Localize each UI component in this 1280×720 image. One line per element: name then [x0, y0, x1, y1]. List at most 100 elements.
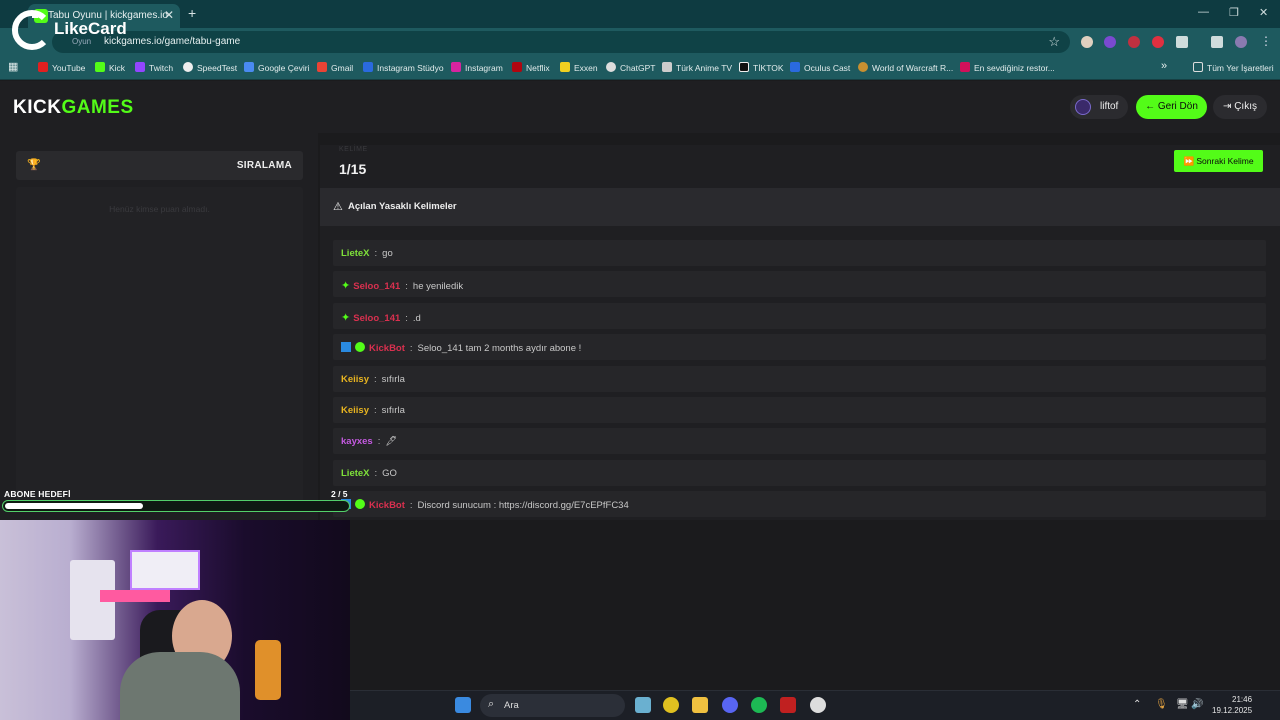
speedtest-icon: [183, 62, 193, 72]
voicemeeter-icon[interactable]: [780, 697, 796, 713]
apps-grid-icon[interactable]: ▦: [8, 60, 18, 73]
mic-icon[interactable]: 🎙: [1155, 699, 1168, 710]
media-icon[interactable]: [1211, 36, 1223, 48]
chat-username[interactable]: LieteX: [341, 248, 370, 259]
chrome-icon[interactable]: [663, 697, 679, 713]
chat-separator: :: [405, 312, 408, 324]
person-body-shape: [120, 652, 240, 720]
chat-username[interactable]: Seloo_141: [353, 313, 400, 324]
menu-icon[interactable]: ⋮: [1260, 34, 1272, 48]
app-header: KICKGAMES liftof ← Geri Dön ⇥ Çıkış: [0, 81, 1280, 133]
forbidden-words-bar[interactable]: ⚠ Açılan Yasaklı Kelimeler: [320, 188, 1280, 226]
bookmark-turk-anime[interactable]: Türk Anime TV: [662, 62, 732, 73]
extension-icon[interactable]: [1152, 36, 1164, 48]
discord-icon[interactable]: [722, 697, 738, 713]
chat-username[interactable]: Keiisy: [341, 405, 369, 416]
bookmark-label: Google Çeviri: [258, 63, 310, 73]
bookmark-label: Gmail: [331, 63, 354, 73]
profile-avatar-icon[interactable]: [1235, 36, 1247, 48]
taskbar-clock[interactable]: 21:46 19.12.2025: [1212, 694, 1252, 716]
bookmark-star-icon[interactable]: ☆: [1048, 34, 1060, 50]
sparkle-badge-icon: ✦: [341, 280, 354, 293]
obs-icon[interactable]: [810, 697, 826, 713]
chat-username[interactable]: Keiisy: [341, 374, 369, 385]
file-explorer-icon[interactable]: [692, 697, 708, 713]
clock-time: 21:46: [1232, 695, 1253, 704]
bookmark-label: Kick: [109, 63, 126, 73]
bookmark-label: En sevdiğiniz restor...: [974, 63, 1055, 73]
bookmark-label: Türk Anime TV: [676, 63, 733, 73]
bookmark-twitch[interactable]: Twitch: [135, 62, 173, 73]
logout-icon: ⇥: [1223, 101, 1235, 112]
chat-message: KickBot: Discord sunucum : https://discor…: [333, 491, 1266, 518]
back-button[interactable]: ← Geri Dön: [1136, 95, 1207, 119]
more-bookmarks-icon[interactable]: »: [1161, 60, 1167, 72]
bookmark-exxen[interactable]: Exxen: [560, 62, 598, 73]
chat-message-body: LieteX: GO: [341, 468, 397, 479]
tray-chevron-icon[interactable]: ⌃: [1133, 699, 1141, 710]
extension-icon[interactable]: [1081, 36, 1093, 48]
chat-message: Keiisy: sıfırla: [333, 365, 1266, 392]
kickgames-logo[interactable]: KICKGAMES: [13, 97, 134, 119]
window-close-icon[interactable]: ✕: [1259, 6, 1268, 19]
bot-badge-icon: [341, 342, 351, 353]
bookmark-netflix[interactable]: Netflix: [512, 62, 550, 73]
chat-username[interactable]: KickBot: [369, 500, 405, 511]
minimize-icon[interactable]: —: [1198, 6, 1209, 18]
bookmark-translate[interactable]: Google Çeviri: [244, 62, 310, 73]
all-bookmarks-folder[interactable]: Tüm Yer İşaretleri: [1193, 62, 1274, 73]
network-icon[interactable]: 🖥: [1176, 699, 1189, 710]
taskview-icon[interactable]: [635, 697, 651, 713]
extensions-puzzle-icon[interactable]: [1176, 36, 1188, 48]
bookmark-chatgpt[interactable]: ChatGPT: [606, 62, 655, 73]
bookmark-oculus[interactable]: Oculus Cast: [790, 62, 850, 73]
windows-start-icon[interactable]: [455, 697, 471, 713]
chat-message-body: ✦ Seloo_141: .d: [341, 311, 421, 324]
search-icon: ⌕: [488, 698, 495, 710]
chat-text: he yeniledik: [412, 281, 464, 293]
bookmark-wow[interactable]: World of Warcraft R...: [858, 62, 953, 73]
taskbar-search-label: Ara: [504, 700, 519, 711]
spotify-icon[interactable]: [751, 697, 767, 713]
leaderboard-header: 🏆 SIRALAMA: [16, 151, 303, 180]
chat-username[interactable]: Seloo_141: [353, 281, 400, 292]
chat-separator: :: [374, 405, 377, 416]
tab-close-icon[interactable]: ✕: [164, 8, 174, 22]
chat-username[interactable]: KickBot: [369, 343, 405, 354]
chat-message: ✦ Seloo_141: he yeniledik: [333, 271, 1266, 298]
bookmark-label: Twitch: [149, 63, 174, 73]
bookmark-yemeksepeti[interactable]: En sevdiğiniz restor...: [960, 62, 1055, 73]
chat-message-body: ✦ Seloo_141: he yeniledik: [341, 279, 463, 292]
taskbar-search[interactable]: ⌕ Ara: [480, 694, 625, 717]
forbidden-words-label: Açılan Yasaklı Kelimeler: [348, 201, 457, 212]
next-word-button[interactable]: ⏩ Sonraki Kelime: [1174, 150, 1263, 172]
bookmark-instagram[interactable]: Instagram: [451, 62, 503, 73]
bookmark-tiktok[interactable]: TİKTOK: [739, 62, 784, 73]
bookmark-speedtest[interactable]: SpeedTest: [183, 62, 237, 73]
omnibox[interactable]: kickgames.io/game/tabu-game ☆: [52, 31, 1070, 53]
extension-icon[interactable]: [1128, 36, 1140, 48]
exit-button[interactable]: ⇥ Çıkış: [1213, 95, 1267, 119]
bookmark-label: Netflix: [526, 63, 550, 73]
likecard-logo-icon: [11, 10, 47, 50]
extension-icon[interactable]: [1104, 36, 1116, 48]
bookmark-kick[interactable]: Kick: [95, 62, 125, 73]
user-chip[interactable]: liftof: [1070, 95, 1128, 119]
chat-username[interactable]: LieteX: [341, 468, 370, 479]
chat-text: .d: [412, 312, 421, 324]
sub-goal-count: 2 / 5: [331, 489, 348, 499]
chat-username[interactable]: kayxes: [341, 436, 373, 447]
next-word-label: Sonraki Kelime: [1196, 156, 1254, 166]
bookmark-youtube[interactable]: YouTube: [38, 62, 85, 73]
chat-separator: :: [409, 343, 413, 355]
chat-separator: :: [377, 436, 381, 448]
bookmark-gmail[interactable]: Gmail: [317, 62, 353, 73]
chat-text: go: [382, 248, 393, 259]
sub-goal-progress-fill: [5, 503, 143, 509]
sparkle-badge-icon: ✦: [341, 311, 354, 324]
bookmark-instagram-studio[interactable]: Instagram Stüdyo: [363, 62, 444, 73]
new-tab-icon[interactable]: +: [188, 5, 196, 21]
volume-icon[interactable]: 🔊: [1191, 699, 1203, 710]
sub-goal-label: ABONE HEDEFİ: [4, 489, 71, 499]
maximize-icon[interactable]: ❐: [1229, 6, 1239, 19]
